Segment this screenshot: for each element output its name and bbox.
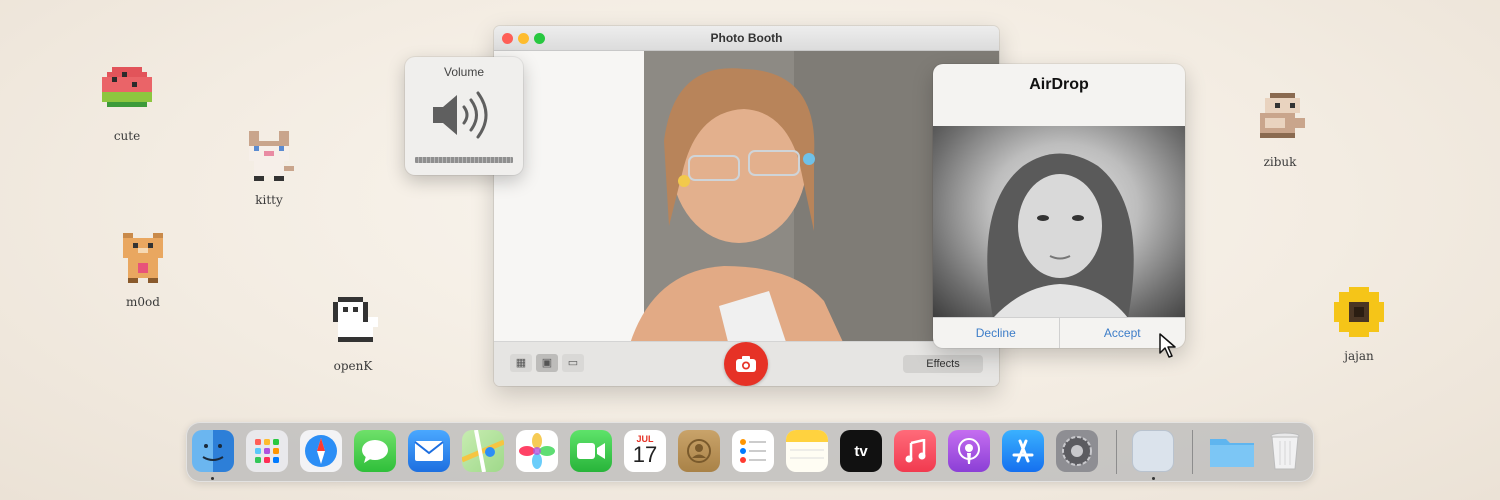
mail-icon[interactable] bbox=[408, 430, 450, 472]
messages-icon[interactable] bbox=[354, 430, 396, 472]
hamster-icon bbox=[1260, 93, 1305, 138]
camera-preview bbox=[494, 51, 999, 366]
view-mode-switcher: ▦ ▣ ▭ bbox=[510, 354, 584, 372]
single-photo-icon[interactable]: ▣ bbox=[536, 354, 558, 372]
app-store-icon[interactable] bbox=[1002, 430, 1044, 472]
trash-icon[interactable] bbox=[1264, 430, 1306, 472]
dog-icon bbox=[333, 297, 378, 342]
apple-tv-icon[interactable]: tv bbox=[840, 430, 882, 472]
airdrop-photo-preview bbox=[933, 126, 1185, 318]
safari-icon[interactable] bbox=[300, 430, 342, 472]
volume-level-bar bbox=[415, 157, 513, 163]
volume-title: Volume bbox=[443, 65, 485, 79]
desktop-icon-label: cute bbox=[113, 129, 141, 143]
desktop-icon-kitty[interactable]: kitty bbox=[224, 126, 314, 207]
camera-icon bbox=[736, 356, 756, 372]
airdrop-title: AirDrop bbox=[1029, 76, 1089, 93]
running-indicator bbox=[211, 477, 214, 480]
video-icon[interactable]: ▭ bbox=[562, 354, 584, 372]
photo-booth-toolbar: ▦ ▣ ▭ Effects bbox=[494, 341, 999, 386]
apple-tv-label: tv bbox=[854, 442, 868, 460]
desktop-icon-label: openK bbox=[333, 359, 373, 373]
podcasts-icon[interactable] bbox=[948, 430, 990, 472]
calendar-icon[interactable]: JUL 17 bbox=[624, 430, 666, 472]
finder-icon[interactable] bbox=[192, 430, 234, 472]
desktop-icon-label: kitty bbox=[255, 193, 283, 207]
mouse-cursor-icon bbox=[1159, 333, 1176, 358]
notes-icon[interactable] bbox=[786, 430, 828, 472]
desktop-icon-label: m0od bbox=[126, 295, 160, 309]
take-photo-button[interactable] bbox=[724, 342, 768, 386]
effects-button[interactable]: Effects bbox=[903, 355, 983, 373]
desktop-icon-label: zibuk bbox=[1263, 155, 1297, 169]
music-icon[interactable] bbox=[894, 430, 936, 472]
photo-booth-window[interactable]: Photo Booth ▦ ▣ ▭ Effects bbox=[494, 26, 999, 386]
airdrop-photo bbox=[987, 153, 1134, 318]
sunflower-icon bbox=[1334, 287, 1384, 337]
title-bar[interactable]: Photo Booth bbox=[494, 26, 999, 51]
watermelon-icon bbox=[102, 67, 152, 107]
cat-icon bbox=[249, 131, 294, 181]
airdrop-actions: Decline Accept bbox=[933, 317, 1185, 348]
airdrop-dialog: AirDrop Decline Accept bbox=[933, 64, 1185, 348]
volume-hud: Volume bbox=[405, 57, 523, 175]
maps-icon[interactable] bbox=[462, 430, 504, 472]
window-title: Photo Booth bbox=[710, 31, 783, 45]
facetime-icon[interactable] bbox=[570, 430, 612, 472]
desktop-icon-jajan[interactable]: jajan bbox=[1314, 282, 1404, 363]
preview-icon[interactable] bbox=[1132, 430, 1174, 472]
photos-icon[interactable] bbox=[516, 430, 558, 472]
speaker-icon bbox=[433, 91, 488, 139]
reminders-icon[interactable] bbox=[732, 430, 774, 472]
desktop-icon-label: jajan bbox=[1344, 349, 1374, 363]
folder-icon[interactable] bbox=[1208, 430, 1256, 472]
desktop-icon-zibuk[interactable]: zibuk bbox=[1235, 88, 1325, 169]
contacts-icon[interactable] bbox=[678, 430, 720, 472]
calendar-day: 17 bbox=[632, 442, 658, 467]
grid-view-icon[interactable]: ▦ bbox=[510, 354, 532, 372]
dock-separator bbox=[1116, 430, 1117, 474]
dock-separator bbox=[1192, 430, 1193, 474]
desktop-icon-cute[interactable]: cute bbox=[82, 62, 172, 143]
desktop-icon-openK[interactable]: openK bbox=[308, 292, 398, 373]
launchpad-icon[interactable] bbox=[246, 430, 288, 472]
dock: JUL 17 tv bbox=[186, 422, 1314, 482]
decline-button[interactable]: Decline bbox=[933, 318, 1060, 348]
desktop-icon-m0od[interactable]: m0od bbox=[98, 228, 188, 309]
camera-photo bbox=[494, 51, 999, 366]
bear-icon bbox=[123, 233, 163, 283]
running-indicator bbox=[1152, 477, 1155, 480]
system-preferences-icon[interactable] bbox=[1056, 430, 1098, 472]
